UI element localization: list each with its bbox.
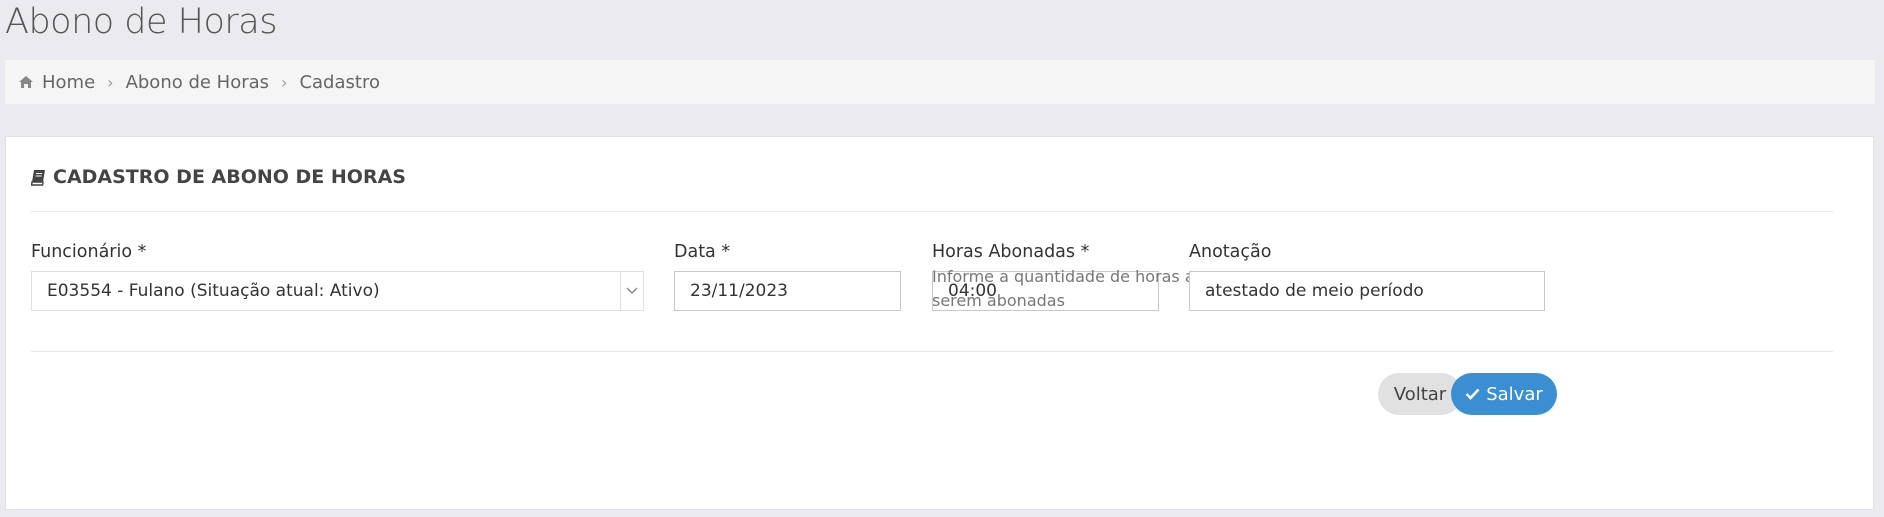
horas-help-line1: Informe a quantidade de horas a	[932, 267, 1195, 286]
horas-help-line2: serem abonadas	[932, 291, 1065, 310]
page-title: Abono de Horas	[5, 2, 277, 42]
anotacao-input[interactable]: atestado de meio período	[1189, 271, 1545, 311]
divider	[31, 351, 1833, 352]
funcionario-value: E03554 - Fulano (Situação atual: Ativo)	[47, 281, 380, 301]
horas-label: Horas Abonadas *	[932, 242, 1090, 262]
voltar-button[interactable]: Voltar	[1378, 373, 1462, 415]
chevron-down-icon[interactable]	[620, 272, 643, 310]
check-icon	[1465, 388, 1480, 400]
form-card: CADASTRO DE ABONO DE HORAS Funcionário *…	[5, 136, 1874, 510]
salvar-button[interactable]: Salvar	[1451, 373, 1557, 415]
breadcrumb-abono[interactable]: Abono de Horas	[126, 72, 269, 93]
breadcrumb-cadastro: Cadastro	[299, 71, 380, 93]
home-icon	[18, 75, 34, 89]
card-title-text: CADASTRO DE ABONO DE HORAS	[53, 166, 406, 188]
anotacao-value: atestado de meio período	[1205, 281, 1424, 301]
divider	[31, 211, 1833, 212]
funcionario-select[interactable]: E03554 - Fulano (Situação atual: Ativo)	[31, 271, 644, 311]
chevron-right-icon: ›	[281, 72, 288, 92]
data-input[interactable]: 23/11/2023	[674, 271, 901, 311]
book-icon	[31, 169, 46, 186]
card-title: CADASTRO DE ABONO DE HORAS	[31, 166, 406, 188]
salvar-label: Salvar	[1486, 383, 1543, 405]
anotacao-label: Anotação	[1189, 242, 1272, 262]
data-value: 23/11/2023	[690, 281, 788, 301]
breadcrumb: Home › Abono de Horas › Cadastro	[5, 60, 1875, 104]
horas-help: Informe a quantidade de horas a serem ab…	[932, 265, 1222, 313]
funcionario-label: Funcionário *	[31, 242, 147, 262]
breadcrumb-home[interactable]: Home	[42, 72, 95, 93]
data-label: Data *	[674, 242, 731, 262]
chevron-right-icon: ›	[107, 72, 114, 92]
